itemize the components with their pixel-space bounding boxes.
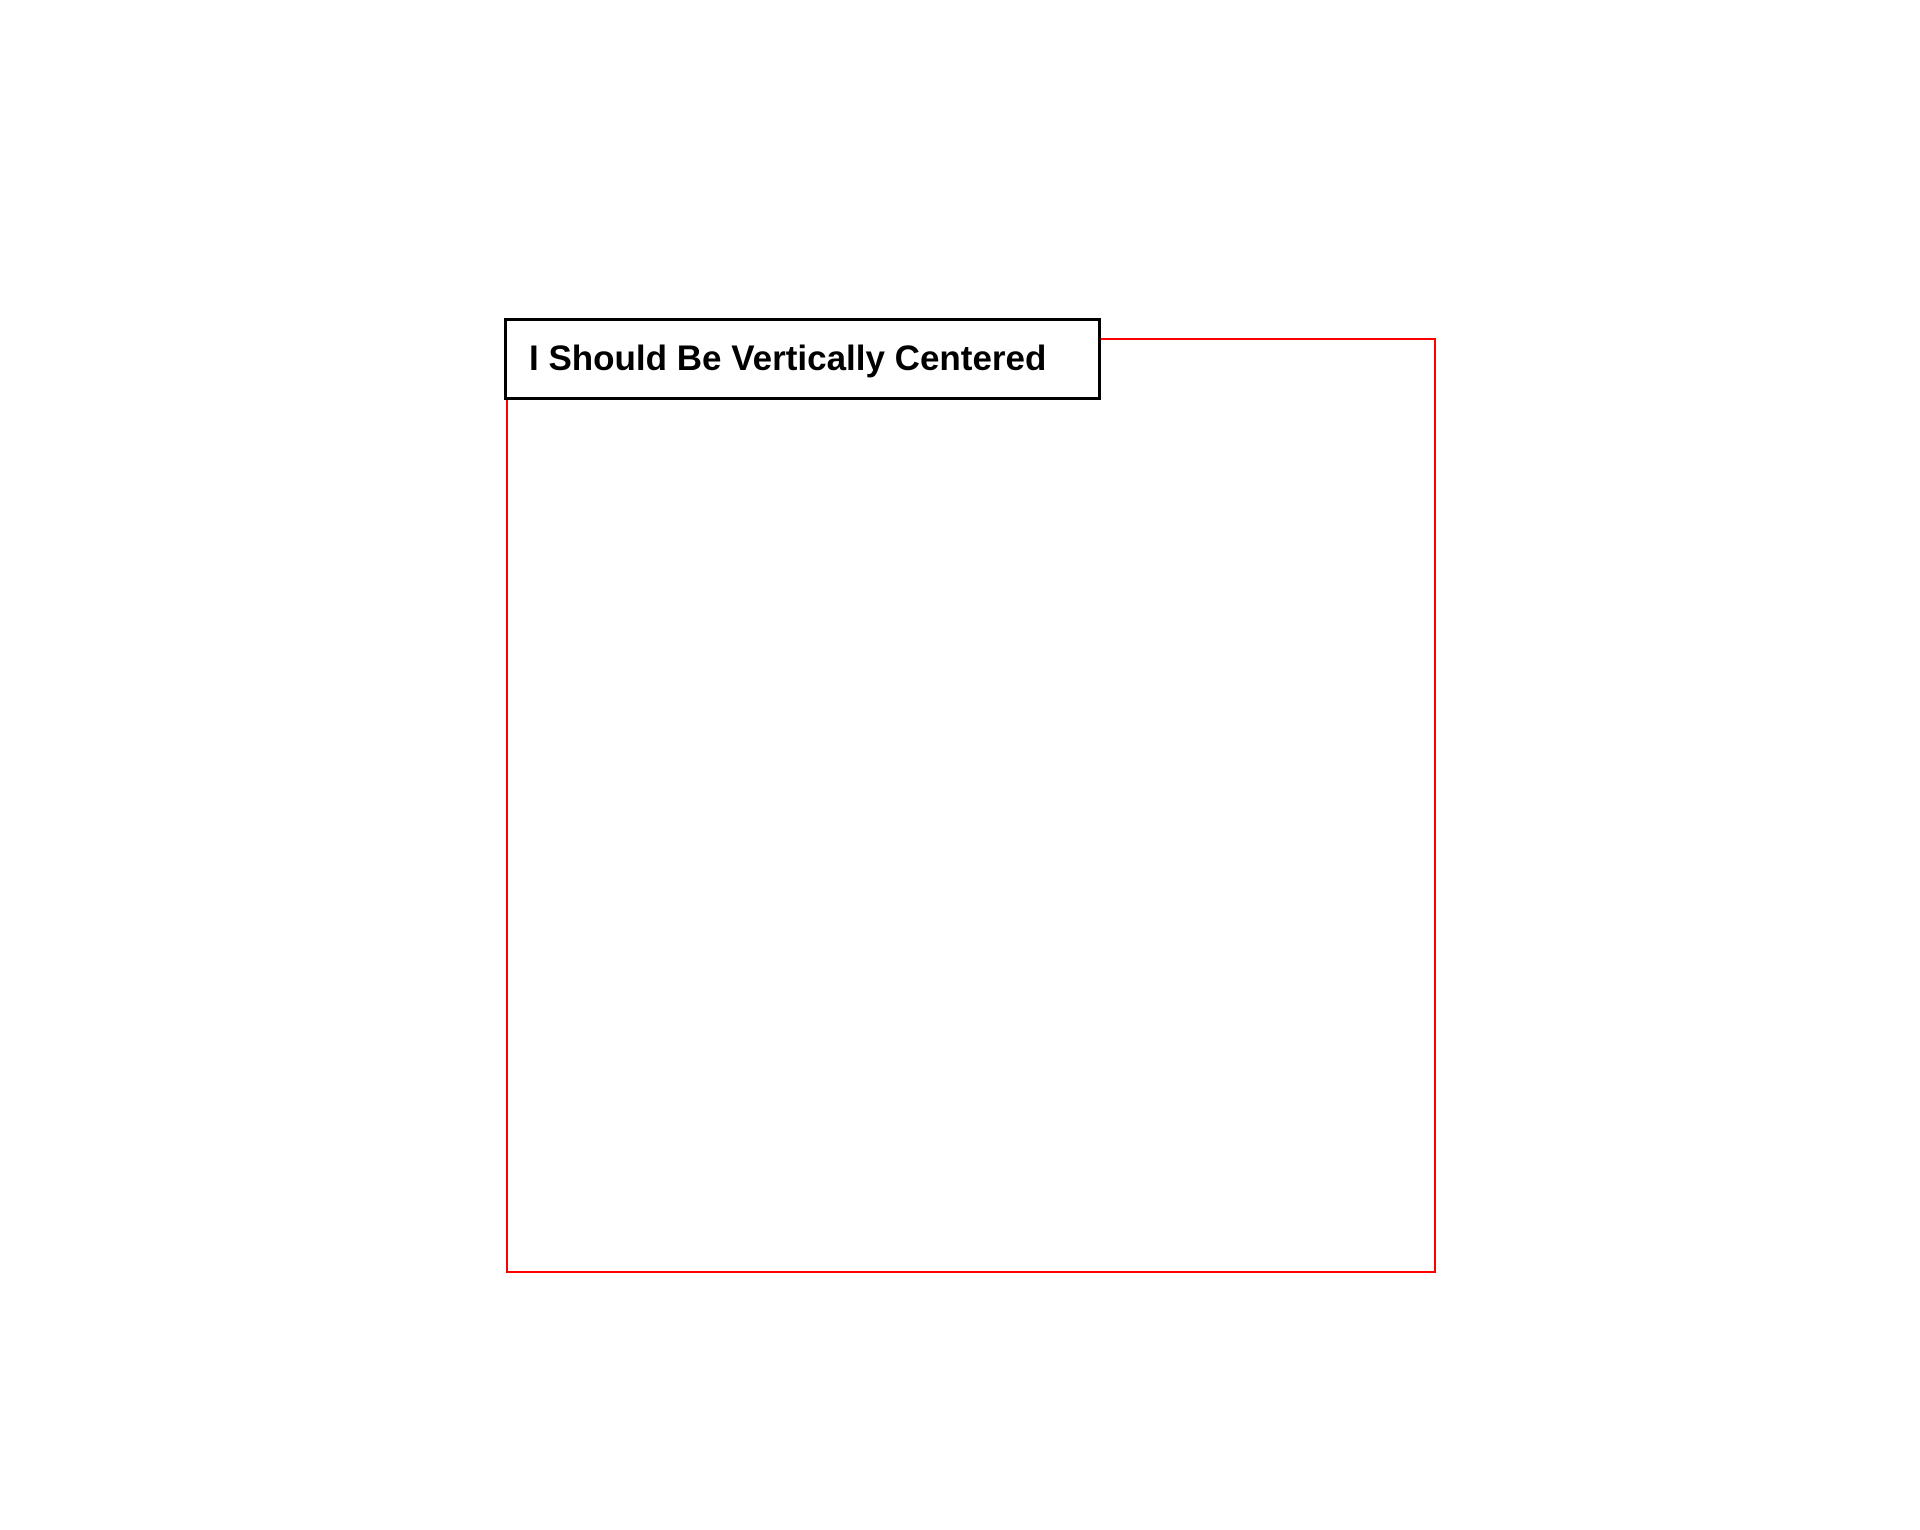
container-box [506, 338, 1436, 1273]
inner-box: I Should Be Vertically Centered [504, 318, 1101, 400]
box-label: I Should Be Vertically Centered [529, 339, 1046, 379]
